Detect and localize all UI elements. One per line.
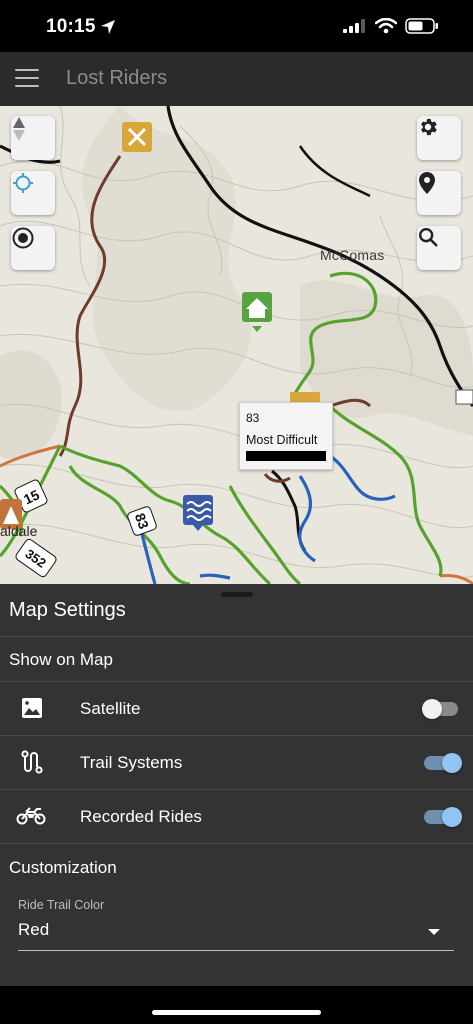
home-indicator-area <box>0 986 473 1024</box>
sheet-title: Map Settings <box>9 599 126 621</box>
map-view[interactable]: 15 83 352 McComas aldale 83 Most Difficu… <box>0 106 473 584</box>
search-button[interactable] <box>417 226 461 270</box>
map-settings-sheet: Map Settings Show on Map Satellite Trail… <box>0 584 473 986</box>
map-pin-icon <box>419 172 435 194</box>
status-time: 10:15 <box>46 16 96 37</box>
compass-button[interactable] <box>11 116 55 160</box>
app-bar: Lost Riders <box>0 52 473 106</box>
signal-icon <box>343 19 365 33</box>
ride-trail-color-select[interactable]: Red <box>18 918 454 951</box>
wifi-icon <box>375 18 397 34</box>
location-arrow-icon <box>101 20 115 34</box>
app-title: Lost Riders <box>66 67 168 89</box>
search-icon <box>419 228 438 247</box>
sheet-drag-handle[interactable] <box>221 592 253 597</box>
place-label: aldale <box>0 523 38 539</box>
show-on-map-heading: Show on Map <box>9 650 113 669</box>
dropdown-caret-icon <box>428 929 440 935</box>
route-shield-352: 352 <box>15 538 57 578</box>
trail-info-popup[interactable]: 83 Most Difficult <box>239 402 333 470</box>
satellite-label: Satellite <box>80 699 141 718</box>
add-pin-button[interactable] <box>417 171 461 215</box>
settings-button[interactable] <box>417 116 461 160</box>
trail-systems-label: Trail Systems <box>80 753 183 772</box>
gps-crosshair-icon <box>13 173 33 193</box>
customization-heading: Customization <box>9 858 117 877</box>
route-icon <box>20 750 44 774</box>
map-canvas: 15 83 352 <box>0 106 473 584</box>
hamburger-menu-icon[interactable] <box>15 69 39 89</box>
water-marker-icon[interactable] <box>183 495 213 531</box>
trailhead-marker-icon[interactable] <box>122 122 152 152</box>
status-bar: 10:15 <box>0 0 473 52</box>
home-indicator[interactable] <box>152 1010 321 1015</box>
recorded-rides-row[interactable]: Recorded Rides <box>0 790 473 843</box>
popup-difficulty: Most Difficult <box>246 433 318 447</box>
ride-trail-color-value: Red <box>18 920 50 939</box>
divider <box>0 636 473 637</box>
motorcycle-icon <box>16 804 46 828</box>
compass-icon <box>13 117 25 141</box>
battery-icon <box>405 18 438 34</box>
image-icon <box>20 696 44 720</box>
difficulty-color-bar <box>246 451 326 461</box>
status-icons <box>343 18 439 34</box>
record-button[interactable] <box>11 226 55 270</box>
town-label: McComas <box>320 247 385 263</box>
divider <box>0 843 473 844</box>
recorded-rides-label: Recorded Rides <box>80 807 202 826</box>
route-shield-83: 83 <box>127 506 157 536</box>
trail-systems-toggle[interactable] <box>424 753 462 773</box>
trail-systems-row[interactable]: Trail Systems <box>0 736 473 789</box>
gear-icon <box>421 118 437 136</box>
locate-me-button[interactable] <box>11 171 55 215</box>
record-icon <box>12 227 34 249</box>
recorded-rides-toggle[interactable] <box>424 807 462 827</box>
satellite-toggle[interactable] <box>422 699 458 719</box>
popup-trail-id: 83 <box>246 411 260 425</box>
ride-trail-color-label: Ride Trail Color <box>18 898 105 912</box>
satellite-row[interactable]: Satellite <box>0 682 473 735</box>
